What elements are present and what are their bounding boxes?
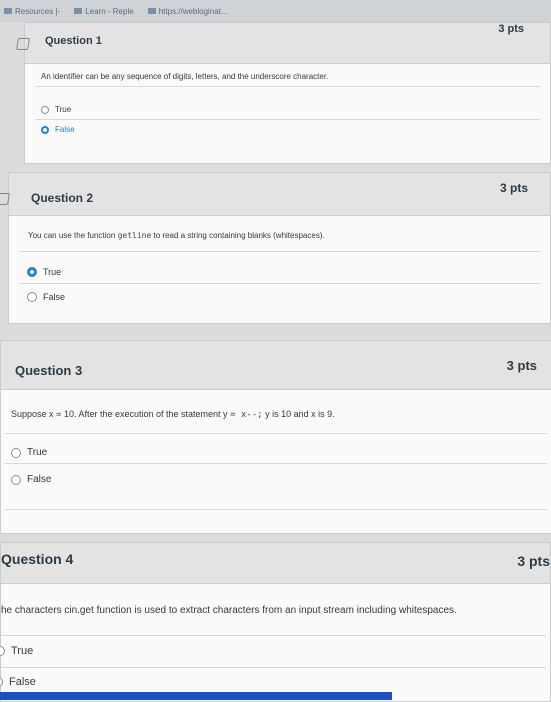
answer-false[interactable]: False — [41, 125, 75, 134]
radio-button[interactable] — [0, 646, 5, 656]
question-title: Question 3 — [15, 363, 83, 378]
question-text: You can use the function getline to read… — [28, 231, 325, 240]
question-points: 3 pts — [498, 23, 524, 35]
folder-icon — [4, 8, 12, 15]
question-text: An identifier can be any sequence of dig… — [41, 72, 329, 81]
question-3-header — [1, 341, 551, 390]
bookmarks-bar: Resources |- Learn - Reple https://weblo… — [0, 0, 551, 22]
question-points: 3 pts — [506, 358, 537, 373]
radio-button-selected[interactable] — [27, 267, 37, 277]
answer-true[interactable]: True — [0, 645, 33, 657]
radio-button[interactable] — [27, 292, 37, 302]
question-title: Question 1 — [45, 35, 102, 47]
radio-button[interactable] — [0, 677, 3, 687]
question-points: 3 pts — [499, 181, 528, 195]
bookmark-weblogin[interactable]: https://webloginat... — [147, 7, 228, 16]
page-icon — [147, 8, 156, 15]
radio-button[interactable] — [11, 447, 21, 458]
flag-icon[interactable] — [15, 38, 31, 50]
answer-false[interactable]: False — [11, 474, 51, 485]
code-span: getline — [117, 231, 152, 240]
bookmark-resources[interactable]: Resources |- — [4, 7, 60, 16]
arrow-icon — [74, 8, 83, 15]
question-4-header — [1, 543, 550, 584]
question-1-card: Question 1 3 pts An identifier can be an… — [15, 22, 551, 164]
answer-true[interactable]: True — [41, 105, 71, 114]
bookmark-learn[interactable]: Learn - Reple — [74, 7, 134, 16]
radio-button[interactable] — [11, 474, 21, 485]
answer-true[interactable]: True — [11, 447, 47, 458]
radio-button-selected[interactable] — [41, 125, 49, 134]
answer-false[interactable]: False — [27, 292, 65, 302]
question-3-card: Question 3 3 pts Suppose x = 10. After t… — [0, 340, 551, 534]
question-title: Question 2 — [31, 191, 94, 205]
question-1-header — [25, 23, 550, 64]
question-2-card: Question 2 3 pts You can use the functio… — [0, 172, 551, 324]
question-points: 3 pts — [517, 553, 550, 569]
question-text: he characters cin.get function is used t… — [1, 605, 457, 616]
question-text: Suppose x = 10. After the execution of t… — [11, 409, 335, 420]
question-title: Question 4 — [1, 551, 74, 567]
radio-button[interactable] — [41, 105, 49, 114]
question-4-card: Question 4 3 pts he characters cin.get f… — [0, 542, 551, 702]
answer-false[interactable]: False — [0, 676, 36, 688]
taskbar-strip — [0, 692, 392, 700]
answer-true[interactable]: True — [27, 267, 61, 277]
